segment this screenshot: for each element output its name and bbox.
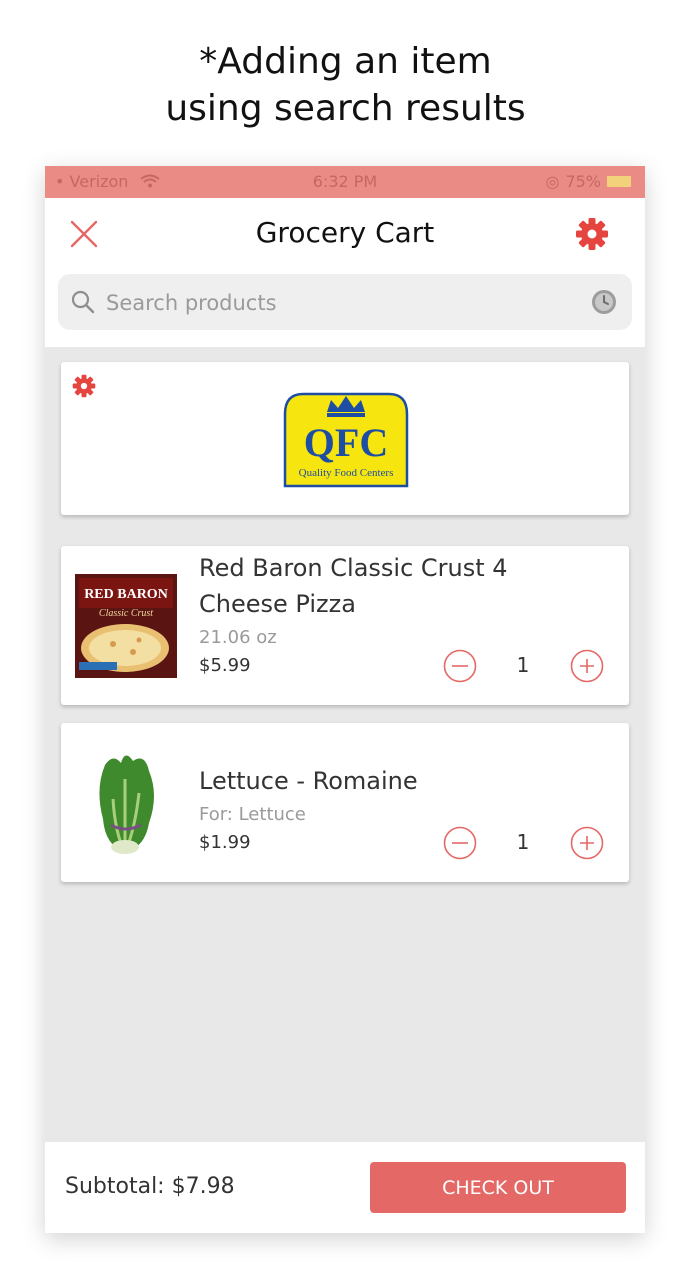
subtotal-label: Subtotal: $7.98 (65, 1174, 235, 1199)
logo-text: QFC (304, 420, 388, 465)
status-right: ◎ 75% (545, 172, 631, 191)
pizza-product-image: RED BARON Classic Crust (75, 574, 177, 678)
search-input[interactable] (104, 274, 578, 332)
logo-subtext: Quality Food Centers (299, 467, 394, 479)
item-name: Lettuce - Romaine (199, 767, 418, 795)
qfc-logo: QFC Quality Food Centers (283, 392, 409, 488)
store-card[interactable]: QFC Quality Food Centers (61, 362, 629, 515)
cart-item-pizza[interactable]: RED BARON Classic Crust Red Baron Classi… (61, 546, 629, 705)
quantity-value: 1 (516, 653, 530, 677)
minus-icon[interactable] (443, 649, 477, 683)
item-price: $5.99 (199, 655, 251, 676)
status-bar: • Verizon 6:32 PM ◎ 75% (45, 166, 645, 198)
clock-icon[interactable] (590, 288, 618, 316)
pizza-box-brand: RED BARON (84, 587, 168, 602)
lock-rotation-icon: ◎ (545, 172, 560, 191)
battery-percent: 75% (565, 172, 601, 191)
minus-icon[interactable] (443, 826, 477, 860)
cart-item-lettuce[interactable]: Lettuce - Romaine For: Lettuce $1.99 1 (61, 723, 629, 882)
item-price: $1.99 (199, 832, 251, 853)
cart-footer: Subtotal: $7.98 CHECK OUT (45, 1142, 645, 1233)
checkout-button[interactable]: CHECK OUT (370, 1162, 626, 1213)
item-name: Red Baron Classic Crust 4 Cheese Pizza (199, 554, 508, 618)
search-bar (58, 274, 632, 332)
pizza-box-line: Classic Crust (99, 608, 153, 619)
phone-screen: • Verizon 6:32 PM ◎ 75% Grocery Cart Sea… (45, 166, 645, 1233)
store-settings-gear-icon[interactable] (72, 374, 96, 398)
item-for: For: Lettuce (199, 804, 306, 825)
plus-icon[interactable] (570, 649, 604, 683)
gear-icon[interactable] (575, 217, 609, 251)
page-title: Grocery Cart (255, 216, 435, 249)
caption-line-1: *Adding an item (199, 41, 492, 82)
caption-line-2: using search results (165, 88, 526, 129)
lettuce-product-image (99, 755, 154, 854)
quantity-value: 1 (516, 830, 530, 854)
item-size: 21.06 oz (199, 627, 277, 648)
header: Grocery Cart (45, 198, 645, 347)
plus-icon[interactable] (570, 826, 604, 860)
caption: *Adding an item using search results (0, 38, 691, 132)
search-icon (71, 290, 95, 314)
battery-icon (607, 176, 631, 187)
